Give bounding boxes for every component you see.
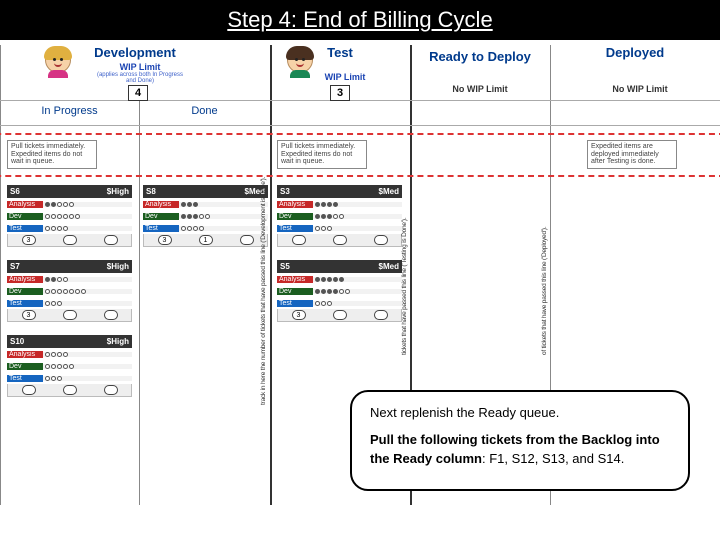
rtd-nowip: No WIP Limit (445, 85, 515, 95)
col-test: Test (270, 45, 410, 60)
side-dev-done: track in here the number of tickets that… (260, 245, 267, 405)
callout-line2: Pull the following tickets from the Back… (370, 431, 670, 469)
card-s3-est: $Med (379, 187, 399, 196)
col-development: Development (0, 45, 270, 60)
card-s6-est: $High (107, 187, 129, 196)
card-s10: S10$High Analysis Dev Test (7, 335, 132, 397)
slide-title: Step 4: End of Billing Cycle (227, 7, 492, 33)
card-s6-id: S6 (10, 187, 20, 196)
card-s8: S8$Med Analysis Dev Test 31 (143, 185, 268, 247)
expedite-lane-top (0, 133, 720, 135)
card-s5-est: $Med (379, 262, 399, 271)
avatar-dev (45, 47, 71, 73)
dev-wip-label: WIP Limit (110, 62, 170, 72)
card-s6: S6$High Analysis Dev Test 3 (7, 185, 132, 247)
note-dev-pull: Pull tickets immediately. Expedited item… (7, 140, 97, 169)
col-rtd: Ready to Deploy (410, 50, 550, 64)
test-wip-value: 3 (330, 85, 350, 101)
note-deployed: Expedited items are deployed immediately… (587, 140, 677, 169)
callout-line1: Next replenish the Ready queue. (370, 404, 670, 423)
card-s5-id: S5 (280, 262, 290, 271)
side-test-done: tickets that have passed this line ('Tes… (401, 245, 408, 355)
card-s3-id: S3 (280, 187, 290, 196)
col-deployed: Deployed (550, 45, 720, 60)
dev-wip-note: (applies across both In Progress and Don… (95, 72, 185, 84)
board-area: Development WIP Limit (applies across bo… (0, 40, 720, 540)
card-s7-id: S7 (10, 262, 20, 271)
dev-sub-done: Done (139, 105, 270, 117)
card-s10-est: $High (107, 337, 129, 346)
deployed-nowip: No WIP Limit (605, 85, 675, 95)
card-s7: S7$High Analysis Dev Test 3 (7, 260, 132, 322)
card-s5: S5$Med Analysis Dev Test 3 (277, 260, 402, 322)
card-s8-id: S8 (146, 187, 156, 196)
card-s10-id: S10 (10, 337, 24, 346)
dev-wip-value: 4 (128, 85, 148, 101)
card-s3: S3$Med Analysis Dev Test (277, 185, 402, 247)
slide: Step 4: End of Billing Cycle Development… (0, 0, 720, 540)
card-s7-est: $High (107, 262, 129, 271)
side-deployed: of tickets that have passed this line ('… (541, 245, 548, 355)
title-bar: Step 4: End of Billing Cycle (0, 0, 720, 40)
expedite-lane-bottom (0, 175, 720, 177)
dev-sub-inprogress: In Progress (0, 105, 139, 117)
test-wip-label: WIP Limit (315, 72, 375, 82)
instruction-callout: Next replenish the Ready queue. Pull the… (350, 390, 690, 491)
note-test-pull: Pull tickets immediately. Expedited item… (277, 140, 367, 169)
